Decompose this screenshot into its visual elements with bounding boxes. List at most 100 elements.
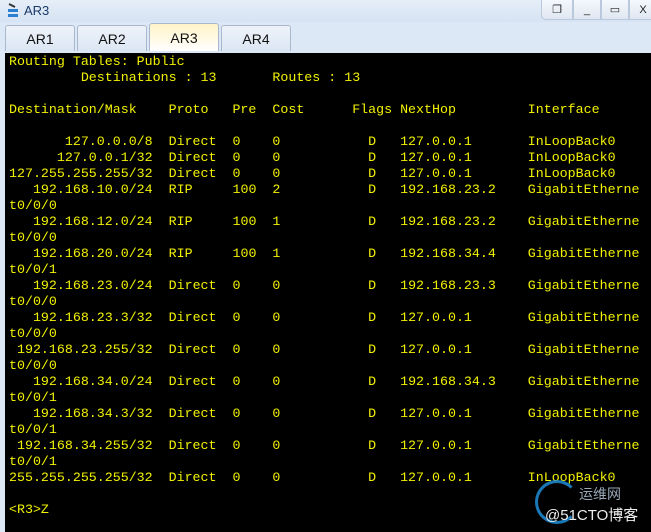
route-flags: D [368, 470, 377, 485]
route-cost: 2 [272, 182, 281, 197]
device-tabs: AR1 AR2 AR3 AR4 [5, 23, 293, 51]
destinations-label: Destinations [80, 70, 177, 85]
column-header: Destination/Mask [9, 102, 137, 117]
route-cost: 0 [272, 310, 281, 325]
route-flags: D [368, 310, 377, 325]
route-flags: D [368, 438, 377, 453]
route-cost: 0 [272, 374, 281, 389]
terminal-output: Routing Tables: Public Destinations : 13… [9, 54, 647, 518]
route-destination: 192.168.23.0/24 [32, 278, 153, 293]
route-cost: 0 [272, 470, 281, 485]
route-interface: InLoopBack0 [527, 470, 616, 485]
minimize-button[interactable]: _ [573, 0, 601, 20]
route-row: 192.168.10.0/24 RIP 100 2 D 192.168.23.2… [9, 182, 647, 214]
route-cost: 0 [272, 134, 281, 149]
column-header: Proto [168, 102, 209, 117]
route-interface: InLoopBack0 [527, 166, 616, 181]
route-destination: 255.255.255.255/32 [9, 470, 153, 485]
route-flags: D [368, 182, 377, 197]
route-next-hop: 192.168.23.3 [400, 278, 496, 293]
route-row: 192.168.34.3/32 Direct 0 0 D 127.0.0.1 G… [9, 406, 647, 438]
route-row: 192.168.12.0/24 RIP 100 1 D 192.168.23.2… [9, 214, 647, 246]
route-destination: 127.0.0.0/8 [64, 134, 153, 149]
route-flags: D [368, 406, 377, 421]
tab-ar4[interactable]: AR4 [221, 25, 291, 51]
route-destination: 192.168.20.0/24 [32, 246, 153, 261]
route-next-hop: 127.0.0.1 [400, 406, 472, 421]
route-destination: 192.168.34.0/24 [32, 374, 153, 389]
tab-ar2[interactable]: AR2 [77, 25, 147, 51]
restore-button[interactable]: ❐ [541, 0, 573, 20]
route-protocol: Direct [168, 150, 217, 165]
route-preference: 0 [232, 134, 241, 149]
route-next-hop: 192.168.34.3 [400, 374, 496, 389]
maximize-button[interactable]: ▭ [601, 0, 629, 20]
routes-count: 13 [344, 70, 361, 85]
route-next-hop: 127.0.0.1 [400, 470, 472, 485]
route-row: 192.168.20.0/24 RIP 100 1 D 192.168.34.4… [9, 246, 647, 278]
route-flags: D [368, 150, 377, 165]
route-cost: 0 [272, 166, 281, 181]
routing-table-summary: Destinations : 13 Routes : 13 [80, 70, 361, 85]
tab-ar1[interactable]: AR1 [5, 25, 75, 51]
route-next-hop: 127.0.0.1 [400, 342, 472, 357]
route-destination: 192.168.12.0/24 [32, 214, 153, 229]
tab-ar3[interactable]: AR3 [149, 23, 219, 51]
route-row: 127.255.255.255/32 Direct 0 0 D 127.0.0.… [9, 166, 647, 182]
route-flags: D [368, 342, 377, 357]
route-row: 192.168.34.0/24 Direct 0 0 D 192.168.34.… [9, 374, 647, 406]
route-next-hop: 127.0.0.1 [400, 166, 472, 181]
route-destination: 192.168.34.3/32 [32, 406, 153, 421]
minimize-icon: _ [583, 3, 591, 16]
route-preference: 0 [232, 342, 241, 357]
column-header: Interface [527, 102, 600, 117]
route-rows: 127.0.0.0/8 Direct 0 0 D 127.0.0.1 InLoo… [9, 134, 647, 486]
route-row: 127.0.0.1/32 Direct 0 0 D 127.0.0.1 InLo… [9, 150, 647, 166]
route-flags: D [368, 166, 377, 181]
route-next-hop: 192.168.23.2 [400, 182, 496, 197]
route-flags: D [368, 214, 377, 229]
route-preference: 100 [232, 182, 257, 197]
terminal-console[interactable]: Routing Tables: Public Destinations : 13… [5, 53, 651, 532]
route-protocol: RIP [168, 246, 193, 261]
route-protocol: Direct [168, 342, 217, 357]
route-protocol: Direct [168, 438, 217, 453]
route-flags: D [368, 246, 377, 261]
column-header: Flags [352, 102, 393, 117]
route-preference: 0 [232, 166, 241, 181]
routing-table-title: Routing Tables: Public [9, 54, 185, 69]
close-button[interactable]: X [629, 0, 651, 20]
route-destination: 192.168.10.0/24 [32, 182, 153, 197]
route-protocol: Direct [168, 278, 217, 293]
route-destination: 192.168.23.255/32 [16, 342, 153, 357]
column-header: Pre [232, 102, 257, 117]
route-protocol: RIP [168, 182, 193, 197]
destinations-count: 13 [200, 70, 217, 85]
app-icon [8, 3, 18, 17]
route-next-hop: 127.0.0.1 [400, 150, 472, 165]
route-flags: D [368, 134, 377, 149]
route-next-hop: 192.168.34.4 [400, 246, 496, 261]
route-row: 192.168.23.0/24 Direct 0 0 D 192.168.23.… [9, 278, 647, 310]
route-preference: 0 [232, 374, 241, 389]
route-preference: 100 [232, 214, 257, 229]
route-protocol: Direct [168, 374, 217, 389]
route-row: 255.255.255.255/32 Direct 0 0 D 127.0.0.… [9, 470, 647, 486]
column-header: Cost [272, 102, 305, 117]
title-bar: AR3 ❐ _ ▭ X [0, 0, 651, 22]
route-next-hop: 127.0.0.1 [400, 134, 472, 149]
route-interface: InLoopBack0 [527, 134, 616, 149]
close-icon: X [639, 3, 647, 16]
route-cost: 0 [272, 278, 281, 293]
route-destination: 192.168.34.255/32 [16, 438, 153, 453]
route-cost: 0 [272, 406, 281, 421]
route-flags: D [368, 278, 377, 293]
command-prompt[interactable]: <R3>Z [9, 502, 647, 518]
route-row: 192.168.34.255/32 Direct 0 0 D 127.0.0.1… [9, 438, 647, 470]
route-preference: 0 [232, 438, 241, 453]
route-protocol: Direct [168, 470, 217, 485]
routes-label: Routes [272, 70, 321, 85]
route-cost: 1 [272, 214, 281, 229]
